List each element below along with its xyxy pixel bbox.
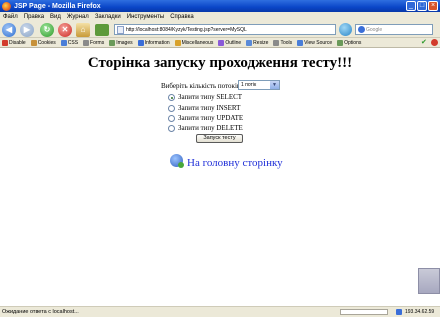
menu-history[interactable]: Журнал	[67, 14, 89, 20]
minimize-button[interactable]: _	[406, 1, 416, 11]
threads-select-value: 1 потік	[241, 82, 257, 88]
images-icon	[109, 39, 116, 46]
devtool-css[interactable]: CSS	[60, 39, 79, 46]
tools-icon	[273, 39, 280, 46]
google-icon	[358, 26, 365, 33]
devtool-label: Forms	[90, 39, 105, 46]
devtool-outline[interactable]: Outline	[218, 39, 242, 46]
radio-delete[interactable]	[168, 125, 175, 132]
stop-icon: ✕	[61, 25, 69, 34]
devtool-label: Miscellaneous	[181, 39, 214, 46]
devtool-label: Information	[144, 39, 170, 46]
devtool-label: Outline	[225, 39, 242, 46]
devtool-label: Images	[116, 39, 133, 46]
radio-select-label: Запити типу SELECT	[178, 93, 243, 101]
home-globe-icon[interactable]	[170, 154, 184, 168]
close-button[interactable]: ×	[428, 1, 438, 11]
menu-help[interactable]: Справка	[170, 14, 194, 20]
navigation-toolbar: ◀ ▶ ↻ ✕ ⌂ http://localhost:8084/Kyzyk/Te…	[0, 22, 440, 38]
home-button[interactable]: ⌂	[76, 23, 90, 37]
progress-bar	[340, 309, 388, 315]
cookies-icon	[30, 39, 37, 46]
devtoolbar-status: ✔	[421, 39, 438, 46]
menu-file[interactable]: Файл	[3, 14, 18, 20]
disable-icon	[2, 39, 8, 46]
devtool-images[interactable]: Images	[109, 39, 133, 46]
devtool-label: Options	[344, 39, 362, 46]
options-icon	[337, 39, 344, 46]
menu-view[interactable]: Вид	[50, 14, 61, 20]
threads-select[interactable]: 1 потік ▼	[238, 80, 280, 90]
devtool-label: Disable	[9, 39, 26, 46]
devtool-label: View Source	[304, 39, 333, 46]
devtool-miscellaneous[interactable]: Miscellaneous	[174, 39, 214, 46]
maximize-button[interactable]: □	[417, 1, 427, 11]
radio-update[interactable]	[168, 115, 175, 122]
devtool-information[interactable]: Information	[137, 39, 170, 46]
devtool-label: Cookies	[37, 39, 56, 46]
search-bar[interactable]: Google	[355, 24, 433, 35]
start-test-button[interactable]: Запуск тесту	[196, 134, 243, 143]
reload-icon: ↻	[43, 25, 51, 34]
menu-edit[interactable]: Правка	[24, 14, 44, 20]
menu-tools[interactable]: Инструменты	[127, 14, 164, 20]
devtool-view-source[interactable]: View Source	[297, 39, 333, 46]
devtool-forms[interactable]: Forms	[83, 39, 105, 46]
error-icon[interactable]	[431, 39, 438, 46]
window-title: JSP Page - Mozilla Firefox	[14, 2, 101, 10]
status-text: Ожидание ответа с localhost...	[2, 309, 79, 315]
page-icon	[117, 26, 124, 34]
chevron-down-icon[interactable]: ▼	[270, 81, 279, 89]
information-icon	[137, 39, 144, 46]
devtool-label: Resize	[253, 39, 269, 46]
page-content: Сторінка запуску проходження тесту!!! Ви…	[0, 48, 440, 306]
go-button[interactable]	[339, 23, 352, 36]
view-source-icon	[297, 39, 304, 46]
devtool-cookies[interactable]: Cookies	[30, 39, 56, 46]
web-developer-toolbar: Disable Cookies CSS Forms Images Informa…	[0, 38, 440, 48]
forward-button[interactable]: ▶	[20, 23, 34, 37]
search-placeholder: Google	[366, 26, 383, 33]
devtool-resize[interactable]: Resize	[246, 39, 269, 46]
home-icon: ⌂	[80, 25, 86, 34]
side-widget[interactable]	[418, 268, 440, 294]
radio-select[interactable]	[168, 94, 175, 101]
back-arrow-icon: ◀	[5, 25, 13, 34]
menu-bar: Файл Правка Вид Журнал Закладки Инструме…	[0, 12, 440, 22]
home-link-container: На головну сторінку	[170, 152, 283, 169]
stop-button[interactable]: ✕	[58, 23, 72, 37]
devtool-disable[interactable]: Disable	[2, 39, 26, 46]
status-bar: Ожидание ответа с localhost... 193.34.62…	[0, 306, 440, 317]
radio-insert-label: Запити типу INSERT	[178, 104, 241, 112]
window-titlebar: JSP Page - Mozilla Firefox _ □ ×	[0, 0, 440, 12]
home-link[interactable]: На головну сторінку	[187, 157, 283, 169]
forward-arrow-icon: ▶	[23, 25, 31, 34]
resize-icon	[246, 39, 253, 46]
devtool-label: Tools	[280, 39, 293, 46]
outline-icon	[218, 39, 225, 46]
radio-insert[interactable]	[168, 105, 175, 112]
devtool-label: CSS	[67, 39, 79, 46]
window-controls: _ □ ×	[406, 1, 438, 11]
miscellaneous-icon	[174, 39, 181, 46]
menu-bookmarks[interactable]: Закладки	[95, 14, 121, 20]
page-title: Сторінка запуску проходження тесту!!!	[87, 55, 353, 71]
css-icon	[60, 39, 67, 46]
devtool-tools[interactable]: Tools	[273, 39, 293, 46]
radio-update-label: Запити типу UPDATE	[178, 114, 244, 122]
extension-icon[interactable]	[95, 24, 109, 36]
reload-button[interactable]: ↻	[40, 23, 54, 37]
address-url: http://localhost:8084/Kyzyk/Testing.jsp?…	[126, 26, 247, 33]
ip-address: 193.34.62.59	[405, 309, 435, 315]
threads-label: Виберіть кількість потоків:	[161, 82, 243, 90]
back-button[interactable]: ◀	[2, 23, 16, 37]
address-bar[interactable]: http://localhost:8084/Kyzyk/Testing.jsp?…	[114, 24, 336, 35]
firefox-logo-icon	[2, 1, 11, 11]
devtool-options[interactable]: Options	[337, 39, 362, 46]
radio-delete-label: Запити типу DELETE	[178, 124, 243, 132]
forms-icon	[83, 39, 90, 46]
network-icon	[396, 309, 402, 315]
check-icon[interactable]: ✔	[421, 39, 428, 46]
